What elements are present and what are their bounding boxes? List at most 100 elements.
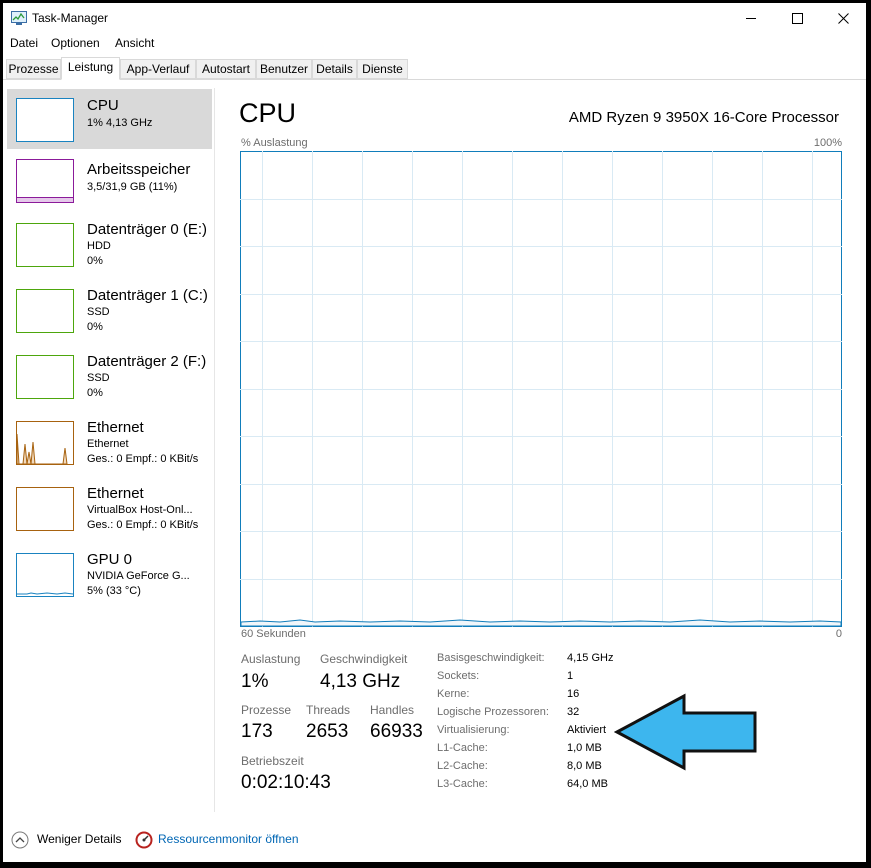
window-title: Task-Manager — [32, 11, 109, 25]
sidebar-item-title: Ethernet — [87, 419, 144, 436]
stat-label-threads: Threads — [306, 703, 351, 717]
sidebar-item-gpu[interactable]: GPU 0 NVIDIA GeForce G... 5% (33 °C) — [7, 539, 212, 605]
sidebar-divider — [214, 88, 215, 812]
stat-label-geschwindigkeit: Geschwindigkeit — [320, 652, 408, 666]
close-icon — [837, 12, 849, 24]
stat-label-betriebszeit: Betriebszeit — [241, 754, 304, 768]
sidebar-item-title: Datenträger 2 (F:) — [87, 353, 207, 370]
stat-value-auslastung: 1% — [241, 671, 269, 692]
menu-datei[interactable]: Datei — [10, 36, 38, 50]
sidebar-item-line: NVIDIA GeForce G... — [87, 570, 190, 582]
info-value: 32 — [567, 706, 580, 718]
info-label: L3-Cache: — [437, 778, 488, 790]
open-resource-monitor-link[interactable]: Ressourcenmonitor öffnen — [135, 829, 305, 853]
ethernet-thumbnail — [16, 487, 74, 531]
task-manager-window: Task-Manager Datei Optionen Ansicht Proz… — [3, 3, 866, 862]
memory-thumbnail — [16, 159, 74, 203]
info-label: Sockets: — [437, 670, 480, 682]
tab-details[interactable]: Details — [312, 59, 357, 79]
sidebar-item-line: 0% — [87, 255, 103, 267]
sidebar-item-ethernet-virtualbox[interactable]: Ethernet VirtualBox Host-Onl... Ges.: 0 … — [7, 473, 212, 539]
graph-label-bottom-left: 60 Sekunden — [241, 628, 306, 640]
sidebar-item-title: Ethernet — [87, 485, 144, 502]
tab-dienste[interactable]: Dienste — [357, 59, 408, 79]
sidebar-item-line: HDD — [87, 240, 111, 252]
tab-app-verlauf[interactable]: App-Verlauf — [120, 59, 196, 79]
close-button[interactable] — [820, 3, 866, 33]
menu-ansicht[interactable]: Ansicht — [115, 36, 154, 50]
page-title: CPU — [239, 98, 297, 128]
less-details-label: Weniger Details — [37, 832, 122, 846]
tab-prozesse[interactable]: Prozesse — [6, 59, 61, 79]
stat-value-betriebszeit: 0:02:10:43 — [241, 772, 331, 793]
info-label: Logische Prozessoren: — [437, 706, 549, 718]
minimize-icon — [746, 17, 756, 19]
disk-thumbnail — [16, 223, 74, 267]
info-value: 16 — [567, 688, 580, 700]
sidebar-item-line: Ges.: 0 Empf.: 0 KBit/s — [87, 453, 199, 465]
menu-optionen[interactable]: Optionen — [51, 36, 100, 50]
info-label: Basisgeschwindigkeit: — [437, 652, 545, 664]
maximize-button[interactable] — [774, 3, 820, 33]
info-value: 1 — [567, 670, 574, 682]
maximize-icon — [791, 12, 803, 24]
gpu-thumbnail — [16, 553, 74, 597]
stat-label-auslastung: Auslastung — [241, 652, 301, 666]
disk-thumbnail — [16, 355, 74, 399]
info-label: Virtualisierung: — [437, 724, 510, 736]
stat-value-threads: 2653 — [306, 721, 349, 742]
sidebar-item-title: Arbeitsspeicher — [87, 161, 191, 178]
stat-label-handles: Handles — [370, 703, 415, 717]
resource-monitor-icon — [135, 831, 153, 849]
sidebar-item-line: Ethernet — [87, 438, 129, 450]
minimize-button[interactable] — [728, 3, 774, 33]
sidebar-item-line: 3,5/31,9 GB (11%) — [87, 181, 178, 193]
tab-bar: Prozesse Leistung App-Verlauf Autostart … — [3, 57, 866, 80]
footer-bar: Weniger Details Ressourcenmonitor öffnen — [3, 823, 866, 859]
sidebar-item-title: Datenträger 0 (E:) — [87, 221, 208, 238]
sidebar-item-line: SSD — [87, 306, 110, 318]
less-details-button[interactable]: Weniger Details — [11, 829, 131, 853]
info-value: 4,15 GHz — [567, 652, 614, 664]
tab-benutzer[interactable]: Benutzer — [256, 59, 312, 79]
graph-label-top-left: % Auslastung — [241, 137, 308, 149]
sidebar-item-line: 0% — [87, 321, 103, 333]
stat-value-handles: 66933 — [370, 721, 423, 742]
stat-value-prozesse: 173 — [241, 721, 273, 742]
sidebar-item-title: Datenträger 1 (C:) — [87, 287, 208, 304]
info-label: L2-Cache: — [437, 760, 488, 772]
sidebar-item-cpu[interactable]: CPU 1% 4,13 GHz — [7, 89, 212, 149]
cpu-usage-graph — [240, 151, 842, 627]
ethernet-thumbnail — [16, 421, 74, 465]
info-value: 8,0 MB — [567, 760, 602, 772]
sidebar-item-title: CPU — [87, 97, 119, 114]
sidebar-item-disk-2[interactable]: Datenträger 2 (F:) SSD 0% — [7, 341, 212, 407]
arrow-left-icon — [614, 693, 757, 771]
sidebar-item-line: Ges.: 0 Empf.: 0 KBit/s — [87, 519, 199, 531]
sidebar-item-title: GPU 0 — [87, 551, 133, 568]
sidebar-item-line: SSD — [87, 372, 110, 384]
tab-autostart[interactable]: Autostart — [196, 59, 256, 79]
sidebar-item-line: 1% 4,13 GHz — [87, 117, 153, 129]
info-value: 1,0 MB — [567, 742, 602, 754]
info-label: L1-Cache: — [437, 742, 488, 754]
cpu-thumbnail — [16, 98, 74, 142]
sidebar-item-disk-0[interactable]: Datenträger 0 (E:) HDD 0% — [7, 209, 212, 275]
info-value: 64,0 MB — [567, 778, 608, 790]
graph-label-top-right: 100% — [813, 137, 842, 149]
sidebar-item-disk-1[interactable]: Datenträger 1 (C:) SSD 0% — [7, 275, 212, 341]
info-value-virtualisierung: Aktiviert — [567, 724, 607, 736]
taskmanager-icon — [11, 11, 27, 25]
disk-thumbnail — [16, 289, 74, 333]
stat-value-geschwindigkeit: 4,13 GHz — [320, 671, 401, 692]
stat-label-prozesse: Prozesse — [241, 703, 292, 717]
sidebar-item-line: 5% (33 °C) — [87, 585, 141, 597]
tab-leistung[interactable]: Leistung — [61, 57, 120, 80]
title-bar[interactable]: Task-Manager — [3, 3, 866, 33]
chevron-up-icon — [11, 831, 29, 849]
sidebar-item-ethernet[interactable]: Ethernet Ethernet Ges.: 0 Empf.: 0 KBit/… — [7, 407, 212, 473]
cpu-model: AMD Ryzen 9 3950X 16-Core Processor — [568, 109, 839, 126]
resource-monitor-label: Ressourcenmonitor öffnen — [158, 832, 299, 846]
graph-label-bottom-right: 0 — [835, 628, 842, 640]
sidebar-item-memory[interactable]: Arbeitsspeicher 3,5/31,9 GB (11%) — [7, 149, 212, 209]
